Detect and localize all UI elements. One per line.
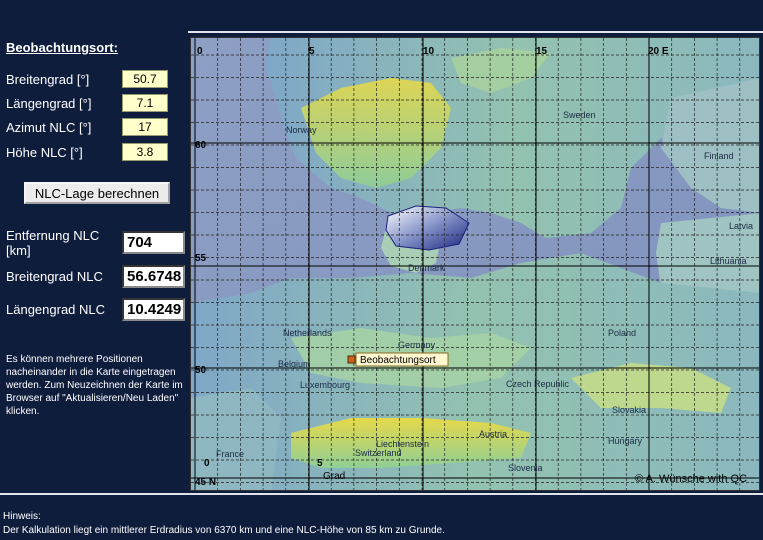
distance-label: Entfernung NLC [km] bbox=[6, 228, 100, 258]
country-label-france: France bbox=[216, 449, 244, 459]
country-label-netherlands: Netherlands bbox=[283, 328, 332, 338]
country-label-sweden: Sweden bbox=[563, 110, 596, 120]
lon-label-20: 20 E bbox=[648, 46, 669, 57]
nlc-latitude-output[interactable] bbox=[122, 265, 185, 288]
bottom-label-0: 0 bbox=[204, 458, 210, 469]
grad-label: Grad bbox=[323, 471, 345, 482]
country-label-latvia: Latvia bbox=[729, 221, 753, 231]
bottom-label-5: 5 bbox=[317, 458, 323, 469]
lon-label-10: 10 bbox=[423, 46, 435, 57]
calculate-button[interactable]: NLC-Lage berechnen bbox=[24, 182, 170, 204]
observer-marker-icon[interactable] bbox=[347, 355, 356, 364]
longitude-label: Längengrad [°] bbox=[6, 96, 92, 111]
elevation-input[interactable] bbox=[122, 143, 168, 161]
country-label-norway: Norway bbox=[286, 125, 317, 135]
latitude-label: Breitengrad [°] bbox=[6, 72, 90, 87]
lon-label-5: 5 bbox=[309, 46, 315, 57]
nlc-longitude-output[interactable] bbox=[122, 298, 185, 321]
map-copyright: © A. Wünsche with QC bbox=[635, 473, 747, 485]
footer-title: Hinweis: bbox=[3, 511, 41, 522]
lat-label-55: 55 bbox=[195, 253, 207, 264]
elevation-label: Höhe NLC [°] bbox=[6, 145, 83, 160]
country-label-poland: Poland bbox=[608, 328, 636, 338]
observer-marker-label: Beobachtungsort bbox=[360, 355, 436, 366]
input-panel: Beobachtungsort: Breitengrad [°] Längeng… bbox=[0, 31, 188, 493]
country-label-slovenia: Slovenia bbox=[508, 463, 543, 473]
lat-label-60: 60 bbox=[195, 140, 207, 151]
country-label-czech-republic: Czech Republic bbox=[506, 379, 570, 389]
lat-label-45: 45 N bbox=[195, 477, 216, 488]
nlc-latitude-label: Breitengrad NLC bbox=[6, 269, 103, 284]
map-svg: 0 5 10 15 20 E 60 55 50 45 N 0 5 Grad No… bbox=[191, 38, 759, 490]
panel-title: Beobachtungsort: bbox=[6, 40, 118, 55]
distance-output[interactable] bbox=[122, 231, 185, 254]
nlc-longitude-label: Längengrad NLC bbox=[6, 302, 106, 317]
country-label-denmark: Denmark bbox=[408, 263, 445, 273]
lat-label-50: 50 bbox=[195, 365, 207, 376]
usage-note: Es können mehrere Positionen nacheinande… bbox=[6, 354, 183, 417]
longitude-input[interactable] bbox=[122, 94, 168, 112]
country-label-finland: Finland bbox=[704, 151, 734, 161]
footer-text: Der Kalkulation liegt ein mittlerer Erdr… bbox=[3, 525, 445, 536]
azimuth-label: Azimut NLC [°] bbox=[6, 120, 92, 135]
country-label-luxembourg: Luxembourg bbox=[300, 380, 350, 390]
country-label-germany: Germany bbox=[398, 340, 436, 350]
map-view[interactable]: 0 5 10 15 20 E 60 55 50 45 N 0 5 Grad No… bbox=[190, 37, 760, 491]
lon-label-15: 15 bbox=[536, 46, 548, 57]
country-label-hungary: Hungary bbox=[608, 436, 643, 446]
azimuth-input[interactable] bbox=[122, 118, 168, 136]
country-label-switzerland: Switzerland bbox=[355, 448, 402, 458]
country-label-austria: Austria bbox=[479, 429, 507, 439]
latitude-input[interactable] bbox=[122, 70, 168, 88]
country-label-lithuania: Lithuania bbox=[710, 256, 747, 266]
country-label-belgium: Belgium bbox=[278, 359, 311, 369]
country-label-slovakia: Slovakia bbox=[612, 405, 646, 415]
lon-label-0: 0 bbox=[197, 46, 203, 57]
